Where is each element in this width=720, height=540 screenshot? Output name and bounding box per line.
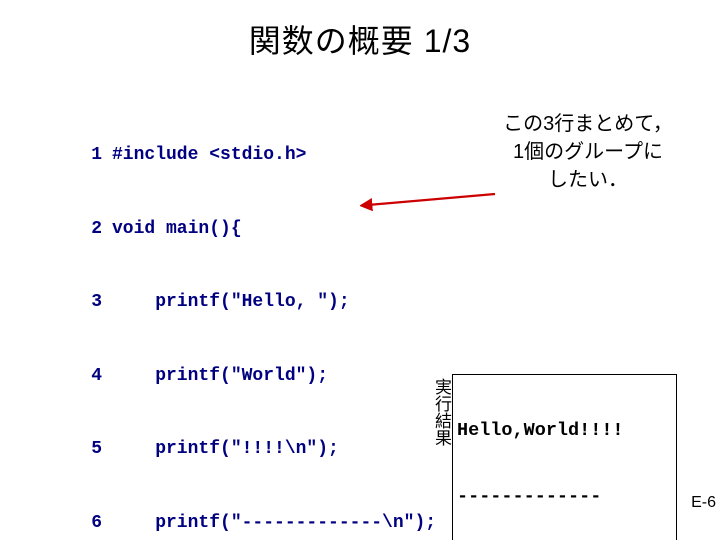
code-block: 1 #include <stdio.h> 2 void main(){ 3 prin… — [72, 94, 436, 540]
result-line: Hello,World!!!! — [457, 420, 672, 442]
annotation-line: 1個のグループに — [488, 138, 688, 166]
code-line: 6 printf("-------------\n"); — [72, 511, 436, 536]
code-line: 3 printf("Hello, "); — [72, 290, 436, 315]
result-line: ------------- — [457, 486, 672, 508]
line-number: 5 — [72, 437, 102, 462]
result-box: Hello,World!!!! ------------- Hello,Worl… — [452, 374, 677, 540]
line-number: 3 — [72, 290, 102, 315]
result-label: 実行結果 — [433, 378, 450, 446]
code-line: 2 void main(){ — [72, 217, 436, 242]
line-number: 1 — [72, 143, 102, 168]
code-text: printf("World"); — [112, 364, 328, 389]
annotation-line: したい． — [488, 166, 688, 194]
annotation-text: この3行まとめて， 1個のグループに したい． — [488, 110, 688, 194]
slide-title: 関数の概要 1/3 — [0, 0, 720, 62]
code-text: void main(){ — [112, 217, 242, 242]
code-text: printf("Hello, "); — [112, 290, 350, 315]
annotation-line: この3行まとめて， — [488, 110, 688, 138]
code-text: #include <stdio.h> — [112, 143, 306, 168]
code-line: 5 printf("!!!!\n"); — [72, 437, 436, 462]
code-text: printf("!!!!\n"); — [112, 437, 339, 462]
code-line: 4 printf("World"); — [72, 364, 436, 389]
page-number: E-6 — [691, 494, 716, 512]
code-line: 1 #include <stdio.h> — [72, 143, 436, 168]
line-number: 4 — [72, 364, 102, 389]
line-number: 2 — [72, 217, 102, 242]
line-number: 6 — [72, 511, 102, 536]
code-text: printf("-------------\n"); — [112, 511, 436, 536]
